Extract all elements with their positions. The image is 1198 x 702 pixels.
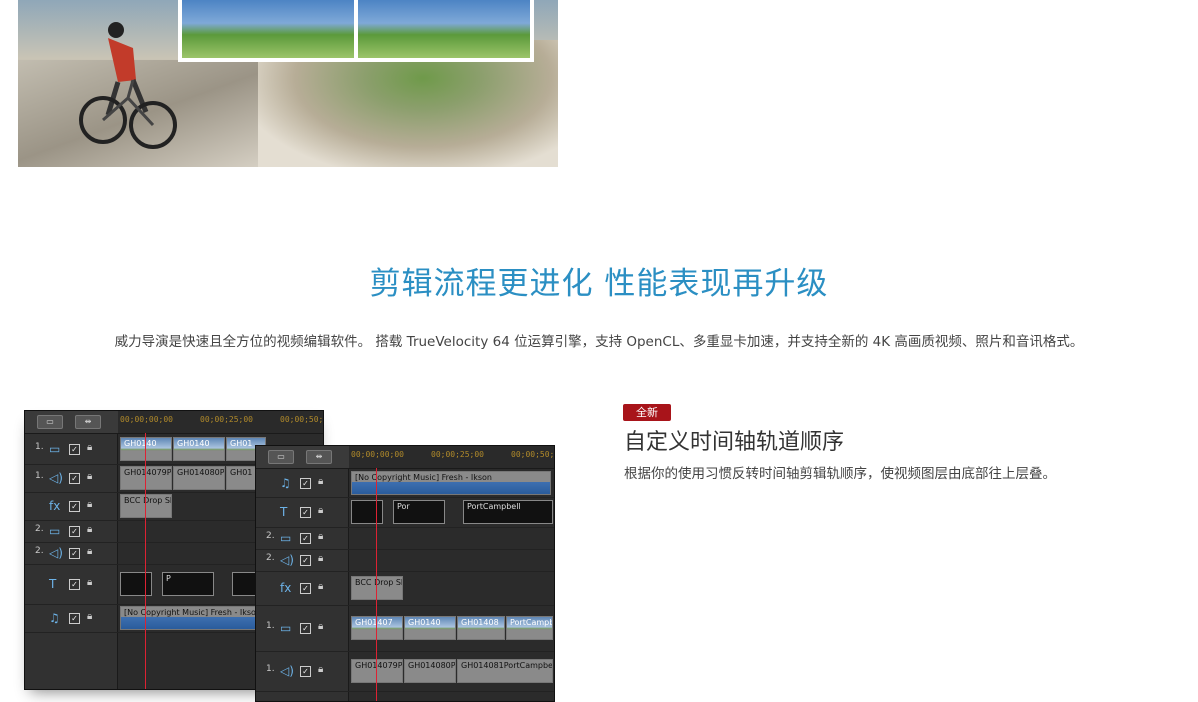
timeline-clip[interactable]: [No Copyright Music] Fresh - Ikson [351,471,551,495]
audio-track-icon: ◁) [49,546,63,560]
track-enable-checkbox[interactable]: ✓ [300,555,311,566]
lock-icon[interactable]: 🔒︎ [318,664,323,675]
lock-icon[interactable]: 🔒︎ [318,505,323,516]
track-number: 2. [35,524,44,534]
track-enable-checkbox[interactable]: ✓ [300,666,311,677]
video-track-icon: ▭ [280,621,292,635]
fx-track-icon: fx [280,581,292,595]
timeline-clip[interactable] [120,572,152,596]
track-number: 2. [266,531,275,541]
lock-icon[interactable]: 🔒︎ [87,577,92,588]
hero-photo [18,0,558,167]
timeline-clip[interactable]: GH0140 [173,437,225,461]
title-track-icon: T [49,577,57,591]
timeline-clip[interactable]: PortCampbell [463,500,553,524]
timeline-clip[interactable]: Por [393,500,445,524]
lock-icon[interactable]: 🔒︎ [87,546,92,557]
timeline-track[interactable]: T ✓ 🔒︎ Por PortCampbell [256,497,554,528]
lock-icon[interactable]: 🔒︎ [318,553,323,564]
lock-icon[interactable]: 🔒︎ [318,621,323,632]
time-ruler: 00;00;00;00 00;00;25;00 00;00;50;00 [349,446,554,468]
track-number: 1. [266,664,275,674]
video-track-icon: ▭ [49,442,61,456]
track-enable-checkbox[interactable]: ✓ [300,507,311,518]
fit-icon: ⇹ [306,450,332,464]
timeline-clip[interactable]: GH01407 [351,616,403,640]
track-enable-checkbox[interactable]: ✓ [69,473,80,484]
track-enable-checkbox[interactable]: ✓ [300,533,311,544]
track-enable-checkbox[interactable]: ✓ [69,444,80,455]
audio-track-icon: ◁) [49,471,63,485]
track-number: 2. [35,546,44,556]
timeline-track[interactable]: 2. ▭ ✓ 🔒︎ [256,527,554,550]
lock-icon[interactable]: 🔒︎ [87,471,92,482]
track-enable-checkbox[interactable]: ✓ [300,623,311,634]
playhead-line [376,468,377,701]
audio-track-icon: ◁) [280,664,294,678]
timeline-clip[interactable]: GH0140 [120,437,172,461]
title-track-icon: T [280,505,288,519]
lock-icon[interactable]: 🔒︎ [318,476,323,487]
track-rows: ♫ ✓ 🔒︎ [No Copyright Music] Fresh - Ikson T ✓… [256,469,554,701]
track-enable-checkbox[interactable]: ✓ [69,501,80,512]
timeline-track[interactable]: 2. ◁) ✓ 🔒︎ [256,549,554,572]
intro-text: 威力导演是快速且全方位的视频编辑软件。 搭载 TrueVelocity 64 位… [114,334,1084,350]
track-enable-checkbox[interactable]: ✓ [300,478,311,489]
mountain-biker-figure [79,22,177,149]
track-enable-checkbox[interactable]: ✓ [69,548,80,559]
timeline-clip[interactable] [351,500,383,524]
track-number: 1. [35,442,44,452]
audio-track-icon: ◁) [280,553,294,567]
lock-icon[interactable]: 🔒︎ [87,524,92,535]
track-enable-checkbox[interactable]: ✓ [300,583,311,594]
timeline-clip[interactable]: GH014081PortCampbell [457,659,553,683]
playhead-line [145,433,146,689]
lock-icon[interactable]: 🔒︎ [87,611,92,622]
timeline-clip[interactable]: GH014079Po [120,466,172,490]
feature-description: 根据你的使用习惯反转时间轴剪辑轨顺序，使视频图层由底部往上层叠。 [624,466,1056,482]
video-track-icon: ▭ [49,524,61,538]
feature-title: 自定义时间轴轨道顺序 [624,430,845,455]
timeline-clip[interactable]: GH014080Po [404,659,456,683]
track-number: 1. [35,471,44,481]
track-number: 1. [266,621,275,631]
lock-icon[interactable]: 🔒︎ [318,581,323,592]
track-number: 2. [266,553,275,563]
track-enable-checkbox[interactable]: ✓ [69,613,80,624]
video-track-icon: ▭ [280,531,292,545]
timeline-track[interactable]: 1. ◁) ✓ 🔒︎ GH014079Po GH014080Po GH014081PortC… [256,651,554,692]
new-badge: 全新 [623,404,671,421]
track-enable-checkbox[interactable]: ✓ [69,526,80,537]
voice-track-icon: ♫ [49,611,60,625]
voice-track-icon: ♫ [280,476,291,490]
lock-icon[interactable]: 🔒︎ [87,499,92,510]
timeline-track[interactable]: ♫ ✓ 🔒︎ [No Copyright Music] Fresh - Ikson [256,469,554,498]
timeline-clip[interactable]: [No Copyright Music] Fresh - Ikso [120,606,270,630]
timeline-track[interactable]: fx ✓ 🔒︎ BCC Drop Sh [256,571,554,606]
time-ruler: 00;00;00;00 00;00;25;00 00;00;50;00 [118,411,323,433]
track-manager-icon: ▭ [37,415,63,429]
track-manager-icon: ▭ [268,450,294,464]
timeline-clip[interactable]: GH014080Po [173,466,225,490]
lock-icon[interactable]: 🔒︎ [318,531,323,542]
timeline-clip[interactable]: BCC Drop Sh [120,494,172,518]
timeline-clip[interactable]: GH01408 [457,616,505,640]
lock-icon[interactable]: 🔒︎ [87,442,92,453]
timeline-clip[interactable]: GH0140 [404,616,456,640]
inset-photo-1 [182,0,354,58]
timeline-clip[interactable]: BCC Drop Sh [351,576,403,600]
inset-photo-2 [358,0,530,58]
timeline-screenshot-right: ▭ ⇹ 00;00;00;00 00;00;25;00 00;00;50;00 … [255,445,555,702]
timeline-clip[interactable]: PortCampbell [506,616,553,640]
timeline-track[interactable]: 1. ▭ ✓ 🔒︎ GH01407GH0140GH01408PortCampbell [256,605,554,652]
fit-icon: ⇹ [75,415,101,429]
timeline-clip[interactable]: P [162,572,214,596]
inset-frame [178,0,534,62]
timeline-clip[interactable]: GH014079Po [351,659,403,683]
track-enable-checkbox[interactable]: ✓ [69,579,80,590]
fx-track-icon: fx [49,499,61,513]
section-headline: 剪辑流程更进化 性能表现再升级 [369,266,829,302]
